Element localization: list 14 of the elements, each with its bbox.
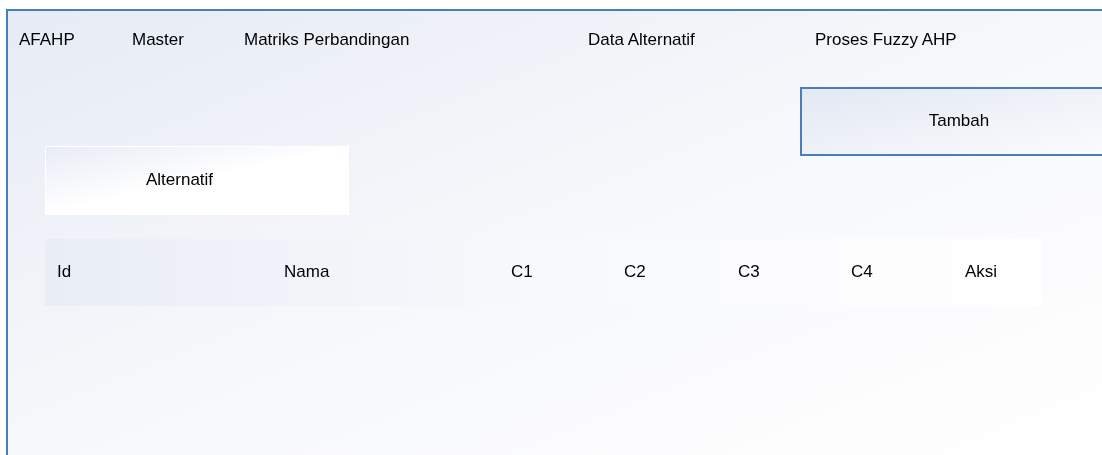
column-header: C2 — [624, 262, 646, 282]
nav-link[interactable]: Proses Fuzzy AHP — [815, 30, 957, 49]
nav-link[interactable]: Data Alternatif — [588, 30, 695, 49]
column-header: Aksi — [965, 262, 998, 282]
column-header: C4 — [851, 262, 873, 282]
add-button[interactable]: Tambah — [800, 86, 1102, 156]
nav-link[interactable]: AFAHP — [19, 30, 75, 49]
column-header: Id — [57, 262, 72, 282]
nav-link[interactable]: Matriks Perbandingan — [244, 30, 410, 49]
column-header: Nama — [284, 262, 330, 282]
column-header: C1 — [511, 262, 533, 282]
section-title: Alternatif — [146, 169, 214, 192]
nav-link[interactable]: Master — [132, 30, 184, 49]
column-header: C3 — [738, 262, 760, 282]
